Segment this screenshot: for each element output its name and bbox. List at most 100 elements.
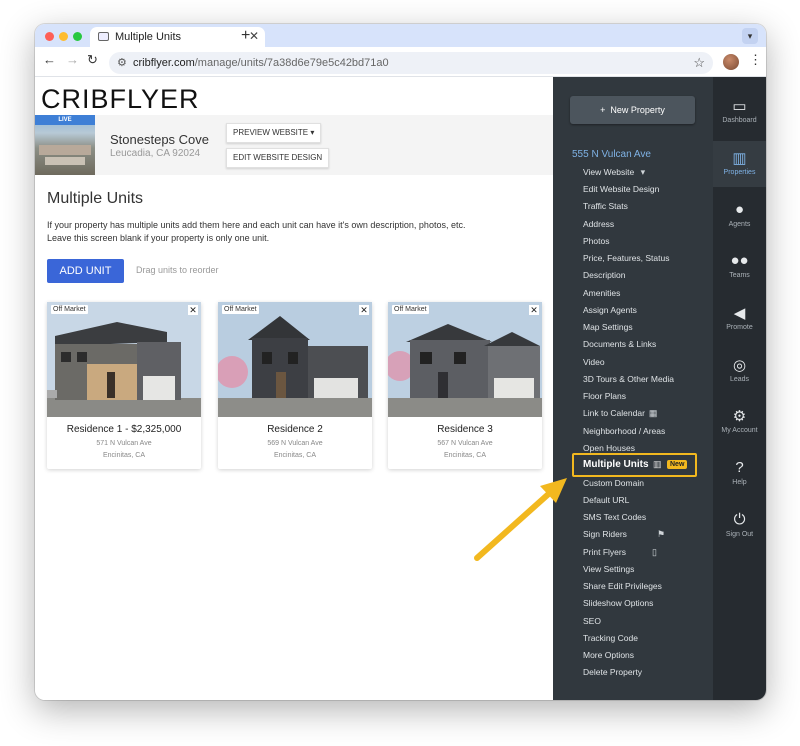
sidebar-item-custom-domain[interactable]: Custom Domain	[583, 478, 644, 488]
sidebar-item-photos[interactable]: Photos	[583, 236, 609, 246]
sidebar-item-delete-property[interactable]: Delete Property	[583, 667, 642, 677]
main-nav-rail: ▭ Dashboard ▥ Properties ● Agents ●● Teams ◀…	[713, 77, 766, 700]
tab-title: Multiple Units	[115, 31, 182, 43]
add-unit-button[interactable]: ADD UNIT	[47, 259, 124, 283]
nav-agents[interactable]: ● Agents	[713, 201, 766, 228]
unit-card[interactable]: Off Market ✕ Residence 3 567 N Vulcan Av…	[388, 302, 542, 469]
new-badge: New	[667, 460, 688, 469]
sidebar-property-heading[interactable]: 555 N Vulcan Ave	[572, 149, 651, 160]
nav-my-account[interactable]: ⚙ My Account	[713, 407, 766, 434]
sidebar-item-more-options[interactable]: More Options	[583, 650, 634, 660]
power-icon: ⏻	[733, 511, 746, 528]
sidebar-item-assign-agents[interactable]: Assign Agents	[583, 305, 637, 315]
nav-sign-out[interactable]: ⏻ Sign Out	[713, 511, 766, 538]
nav-label: Properties	[723, 169, 756, 176]
property-address: Leucadia, CA 92024	[110, 148, 201, 159]
sidebar-item-traffic-stats[interactable]: Traffic Stats	[583, 201, 628, 211]
sidebar-item-tracking-code[interactable]: Tracking Code	[583, 633, 638, 643]
help-icon: ?	[735, 459, 744, 476]
description-line-2: Leave this screen blank if your property…	[47, 233, 270, 243]
nav-dashboard[interactable]: ▭ Dashboard	[713, 97, 766, 124]
nav-label: Leads	[729, 376, 750, 383]
unit-card[interactable]: Off Market ✕ Residence 1 - $2,325,000 57…	[47, 302, 201, 469]
new-property-button[interactable]: + New Property	[570, 96, 695, 124]
sidebar-item-3d-tours[interactable]: 3D Tours & Other Media	[583, 374, 674, 384]
sidebar-item-floor-plans[interactable]: Floor Plans	[583, 391, 626, 401]
sidebar-item-print-flyers[interactable]: Print Flyers ▯	[583, 547, 657, 558]
maximize-window-icon[interactable]	[73, 32, 82, 41]
sidebar-item-description[interactable]: Description	[583, 270, 626, 280]
sidebar-item-multiple-units[interactable]: Multiple Units ▥ New	[572, 453, 697, 477]
sidebar-item-slideshow-options[interactable]: Slideshow Options	[583, 598, 653, 608]
calendar-icon: ▦	[648, 408, 658, 418]
unit-status-badge: Off Market	[51, 305, 88, 314]
bookmark-star-icon[interactable]: ☆	[693, 55, 705, 71]
tab-search-chevron-icon[interactable]: ▾	[742, 28, 758, 44]
sidebar-item-share-edit-privileges[interactable]: Share Edit Privileges	[583, 581, 662, 591]
sidebar-item-label: View Website	[583, 167, 635, 177]
sidebar-item-price-features-status[interactable]: Price, Features, Status	[583, 253, 669, 263]
minimize-window-icon[interactable]	[59, 32, 68, 41]
sidebar-item-view-website[interactable]: View Website ▾	[583, 167, 645, 178]
nav-teams[interactable]: ●● Teams	[713, 252, 766, 279]
sidebar-item-map-settings[interactable]: Map Settings	[583, 322, 633, 332]
address-bar[interactable]: ⚙ cribflyer.com/manage/units/7a38d6e79e5…	[109, 52, 713, 74]
property-sidebar: + New Property 555 N Vulcan Ave View Web…	[553, 77, 713, 700]
remove-unit-icon[interactable]: ✕	[359, 305, 369, 315]
unit-street: 571 N Vulcan Ave	[96, 440, 152, 447]
site-info-icon[interactable]: ⚙	[117, 56, 127, 69]
unit-title: Residence 3	[437, 424, 493, 435]
nav-properties[interactable]: ▥ Properties	[713, 141, 766, 187]
new-property-label: New Property	[610, 105, 665, 115]
preview-website-button[interactable]: PREVIEW WEBSITE ▾	[226, 123, 322, 143]
thumb-roof	[39, 145, 91, 155]
sidebar-item-neighborhood-areas[interactable]: Neighborhood / Areas	[583, 426, 665, 436]
document-icon: ▯	[651, 547, 657, 557]
sidebar-item-open-houses[interactable]: Open Houses	[583, 443, 635, 453]
browser-menu-icon[interactable]: ⋮	[749, 52, 762, 68]
browser-tab[interactable]: Multiple Units ✕	[90, 27, 265, 47]
sidebar-item-documents-links[interactable]: Documents & Links	[583, 339, 656, 349]
close-tab-icon[interactable]: ✕	[249, 29, 259, 43]
edit-website-design-button[interactable]: EDIT WEBSITE DESIGN	[226, 148, 330, 168]
sidebar-item-view-settings[interactable]: View Settings	[583, 564, 634, 574]
sidebar-item-seo[interactable]: SEO	[583, 616, 601, 626]
nav-label: Promote	[726, 324, 753, 331]
close-window-icon[interactable]	[45, 32, 54, 41]
unit-card[interactable]: Off Market ✕ Residence 2 569 N Vulcan Av…	[218, 302, 372, 469]
remove-unit-icon[interactable]: ✕	[188, 305, 198, 315]
back-icon[interactable]: ←	[43, 52, 56, 67]
browser-toolbar: ← → ↻ ⚙ cribflyer.com/manage/units/7a38d…	[35, 47, 766, 77]
sidebar-item-edit-website-design[interactable]: Edit Website Design	[583, 184, 659, 194]
caret-down-icon: ▾	[640, 167, 646, 177]
nav-label: Teams	[729, 272, 750, 279]
url-path: /manage/units/7a38d6e79e5c42bd71a0	[194, 57, 389, 69]
building-icon: ▥	[653, 459, 662, 469]
sidebar-item-default-url[interactable]: Default URL	[583, 495, 629, 505]
sidebar-item-amenities[interactable]: Amenities	[583, 288, 620, 298]
unit-photo	[218, 302, 372, 417]
person-icon: ●	[734, 201, 745, 218]
property-header: LIVE Stonesteps Cove Leucadia, CA 92024 …	[35, 115, 553, 175]
new-tab-icon[interactable]: +	[241, 27, 250, 45]
reload-icon[interactable]: ↻	[87, 52, 98, 68]
sidebar-item-label: Sign Riders	[583, 529, 627, 539]
sidebar-item-video[interactable]: Video	[583, 357, 605, 367]
plus-icon: +	[600, 105, 606, 115]
nav-leads[interactable]: ◎ Leads	[713, 356, 766, 383]
sidebar-item-sign-riders[interactable]: Sign Riders ⚑	[583, 529, 665, 540]
nav-promote[interactable]: ◀ Promote	[713, 304, 766, 331]
forward-icon[interactable]: →	[66, 52, 79, 67]
nav-help[interactable]: ? Help	[713, 459, 766, 486]
nav-label: My Account	[721, 427, 758, 434]
sidebar-item-label: Print Flyers	[583, 547, 626, 557]
property-thumbnail[interactable]: LIVE	[35, 115, 95, 175]
sidebar-item-link-to-calendar[interactable]: Link to Calendar ▦	[583, 408, 657, 419]
sidebar-item-address[interactable]: Address	[583, 219, 614, 229]
remove-unit-icon[interactable]: ✕	[529, 305, 539, 315]
sidebar-item-sms-text-codes[interactable]: SMS Text Codes	[583, 512, 646, 522]
gear-icon: ⚙	[732, 408, 747, 425]
profile-avatar[interactable]	[723, 54, 739, 70]
cribflyer-logo[interactable]: CRIBFLYER	[41, 84, 200, 115]
drag-hint: Drag units to reorder	[136, 265, 219, 275]
